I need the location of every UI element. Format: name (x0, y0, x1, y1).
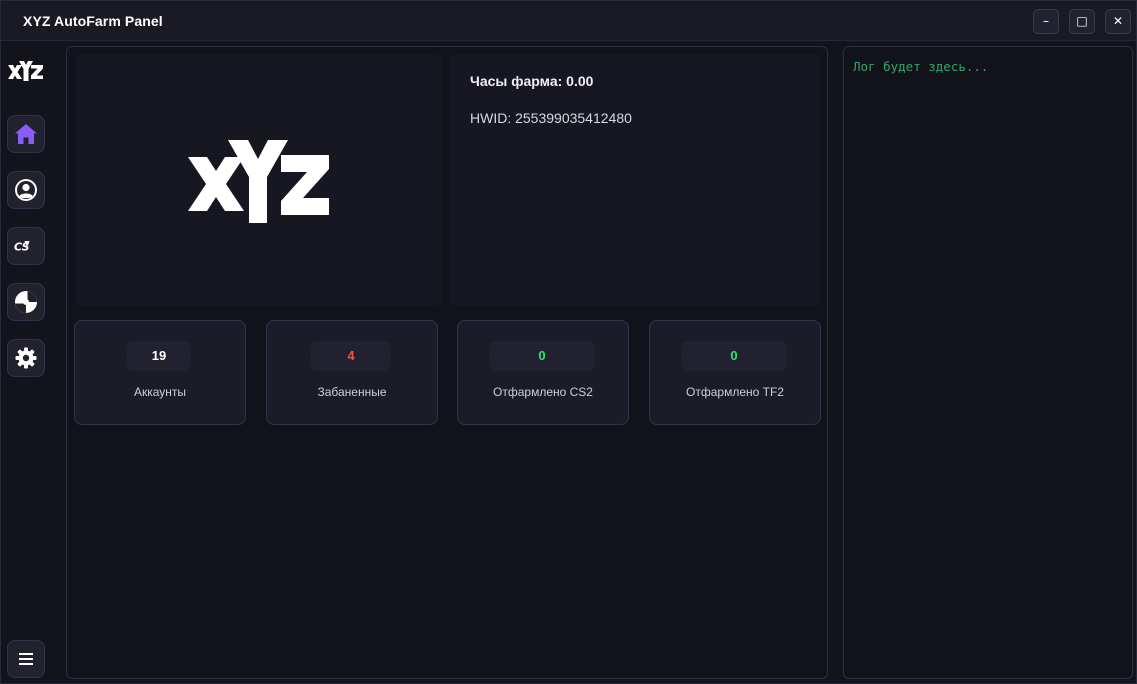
user-icon (15, 179, 37, 201)
logo-panel (76, 55, 442, 305)
sidebar-item-home[interactable] (7, 115, 45, 153)
stat-label-farmed-cs2: Отфармлено CS2 (493, 385, 593, 399)
maximize-button[interactable]: □ (1069, 9, 1095, 34)
stat-value-farmed-tf2: 0 (681, 341, 787, 371)
log-placeholder: Лог будет здесь... (853, 59, 989, 74)
stat-value-banned: 4 (311, 341, 391, 371)
stat-label-banned: Забаненные (317, 385, 387, 399)
stat-card-farmed-tf2: 0 Отфармлено TF2 (649, 320, 821, 425)
menu-button[interactable] (7, 640, 45, 678)
stat-value-farmed-cs2: 0 (489, 341, 595, 371)
gear-icon (15, 347, 37, 369)
minimize-button[interactable]: – (1033, 9, 1059, 34)
log-panel[interactable]: Лог будет здесь... (843, 46, 1133, 679)
sidebar-item-tf2[interactable] (7, 283, 45, 321)
sidebar-item-settings[interactable] (7, 339, 45, 377)
stat-label-accounts: Аккаунты (133, 385, 187, 399)
tf2-icon (15, 291, 37, 313)
sidebar: CS (1, 42, 51, 684)
title-bar[interactable]: XYZ AutoFarm Panel – □ ✕ (1, 1, 1136, 41)
cs2-icon: CS (14, 241, 30, 254)
stat-card-farmed-cs2: 0 Отфармлено CS2 (457, 320, 629, 425)
xyz-logo-large-icon (188, 140, 329, 223)
stat-label-farmed-tf2: Отфармлено TF2 (686, 385, 784, 399)
hwid-text: HWID: 255399035412480 (470, 110, 632, 126)
close-button[interactable]: ✕ (1105, 9, 1131, 34)
window-title: XYZ AutoFarm Panel (23, 13, 163, 29)
home-icon (15, 124, 37, 144)
app-window: XYZ AutoFarm Panel – □ ✕ CS Часы фарма: … (0, 0, 1137, 684)
info-panel: Часы фарма: 0.00 HWID: 255399035412480 (450, 55, 820, 305)
menu-icon (19, 653, 33, 665)
stat-card-banned: 4 Забаненные (266, 320, 438, 425)
stat-card-accounts: 19 Аккаунты (74, 320, 246, 425)
sidebar-item-accounts[interactable] (7, 171, 45, 209)
sidebar-item-cs2[interactable]: CS (7, 227, 45, 265)
stat-value-accounts: 19 (127, 341, 191, 371)
dashboard-panel: Часы фарма: 0.00 HWID: 255399035412480 1… (66, 46, 828, 679)
xyz-logo-icon (8, 61, 43, 81)
farm-hours-text: Часы фарма: 0.00 (470, 73, 594, 89)
